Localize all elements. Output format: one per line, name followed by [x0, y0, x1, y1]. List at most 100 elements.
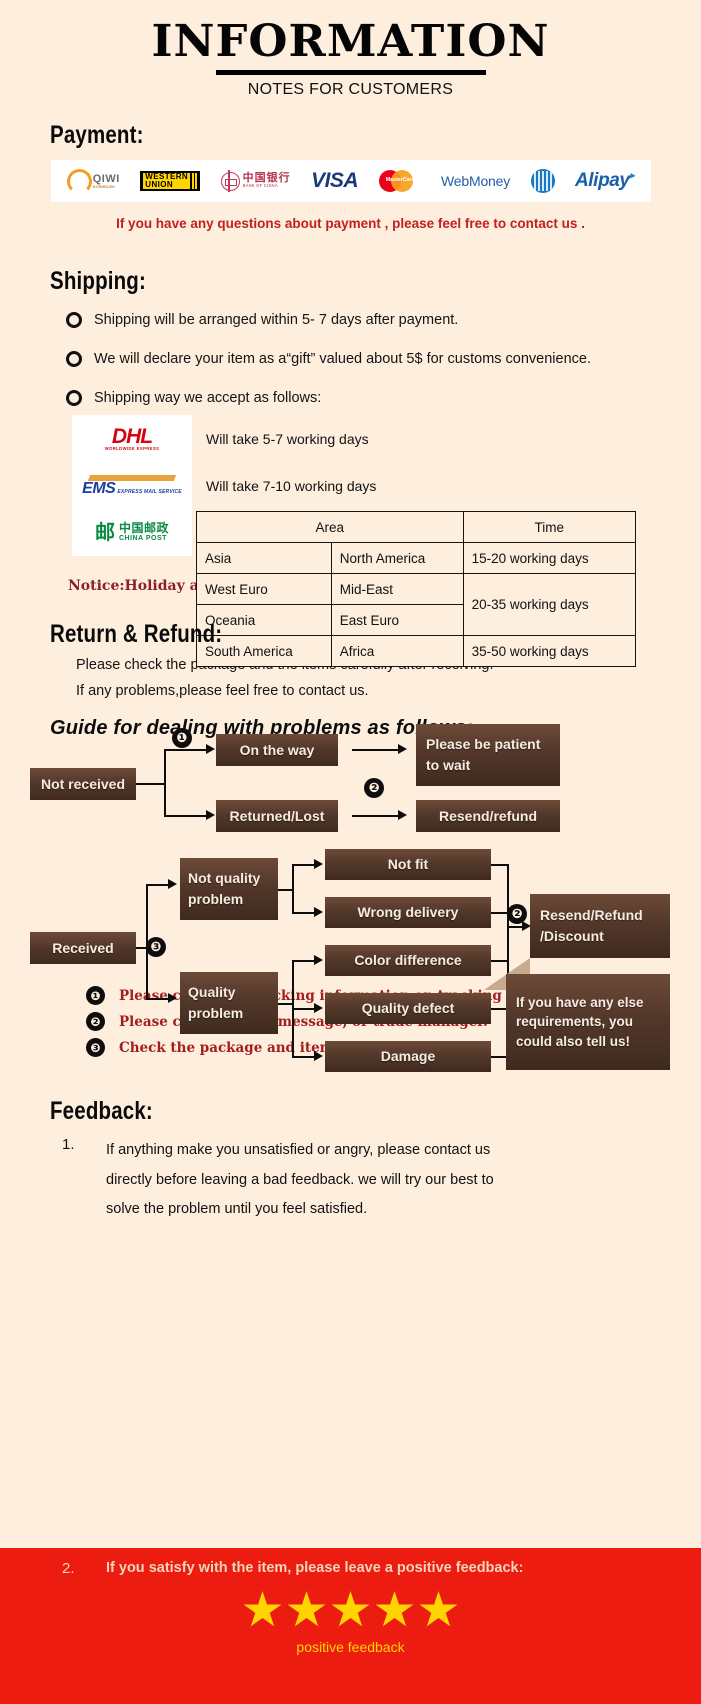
china-post-logo: 邮 中国邮政 CHINA POST [72, 509, 192, 557]
flow-node-quality-defect: Quality defect [325, 993, 491, 1025]
cell-area-a: Asia [196, 542, 332, 575]
result-line1: Resend/Refund [540, 907, 643, 924]
page-header: INFORMATION NOTES FOR CUSTOMERS [0, 0, 701, 99]
feedback-item-1-line2: directly before leaving a bad feedback. … [106, 1171, 494, 1188]
shipping-bullets: Shipping will be arranged within 5- 7 da… [0, 310, 701, 409]
flow-marker-2: ❷ [364, 778, 384, 799]
cell-area-b: North America [330, 542, 464, 575]
table-row: West Euro Mid-East 20-35 working days [196, 573, 637, 637]
webmoney-label: WebMoney [441, 173, 511, 189]
flow-arrow [398, 744, 407, 755]
mastercard-logo: MasterCard [378, 164, 421, 198]
feedback-item-2-number: 2. [62, 1560, 75, 1577]
flow-arrow [168, 879, 177, 890]
feedback-item-1-number: 1. [62, 1136, 75, 1154]
return-refund-heading: Return & Refund: [50, 620, 223, 649]
flow-line [352, 815, 400, 818]
flow-node-not-quality-problem: Not quality problem [180, 858, 278, 921]
bullet-ring-icon [66, 390, 82, 407]
be-patient-line2: to wait [426, 757, 471, 774]
callout-line2: requirements, you [516, 1014, 634, 1030]
table-header-time: Time [462, 511, 637, 544]
flow-node-not-fit: Not fit [325, 849, 491, 881]
alipay-logo: Alipay▸ [574, 170, 635, 191]
flow-arrow [314, 955, 323, 966]
legend-number-3: ❸ [86, 1038, 105, 1058]
carrier-row-ems: EMS EXPRESS MAIL SERVICE Will take 7-10 … [72, 462, 701, 510]
boc-sub: BANK OF CHINA [242, 183, 278, 189]
ems-time-text: Will take 7-10 working days [206, 477, 377, 494]
bullet-ring-icon [66, 312, 82, 328]
flow-node-wrong-delivery: Wrong delivery [325, 897, 491, 929]
flow-marker-1: ❶ [172, 728, 192, 749]
bullet-text: Shipping will be arranged within 5- 7 da… [94, 312, 459, 328]
feedback-item-1-text: If anything make you unsatisfied or angr… [106, 1136, 494, 1225]
list-item: Shipping way we accept as follows: [62, 388, 661, 409]
feedback-heading: Feedback: [50, 1097, 153, 1126]
callout-line3: could also tell us! [516, 1033, 631, 1049]
flow-line [136, 783, 166, 786]
table-header-row: Area Time [196, 511, 637, 544]
legend-number-2: ❷ [86, 1012, 105, 1032]
flow-line [352, 749, 400, 752]
china-post-label: 中国邮政 [118, 521, 169, 536]
return-refund-line-2: If any problems,please feel free to cont… [76, 683, 369, 700]
flow-line [164, 749, 208, 752]
flow-arrow [314, 1003, 323, 1014]
cell-time: 15-20 working days [462, 542, 637, 575]
carrier-row-dhl: DHL WORLDWIDE EXPRESS Will take 5-7 work… [72, 415, 701, 463]
payment-note: If you have any questions about payment … [116, 216, 585, 231]
quality-line1: Quality [188, 984, 236, 1001]
flow-line [164, 815, 208, 818]
flow-line [292, 1008, 316, 1011]
bank-of-china-logo: 中国银行 BANK OF CHINA [220, 164, 291, 198]
flow-node-quality-problem: Quality problem [180, 972, 278, 1035]
flow-line [292, 864, 316, 867]
payment-section: Payment: [0, 121, 701, 150]
visa-label: VISA [311, 169, 359, 192]
mastercard-label: MasterCard [385, 177, 415, 183]
flow-line [146, 998, 170, 1001]
ems-tagline: EXPRESS MAIL SERVICE [117, 488, 182, 495]
flow-line [292, 912, 316, 915]
ems-label: EMS [82, 479, 116, 497]
quality-line2: problem [188, 1005, 244, 1022]
flow-arrow [398, 810, 407, 821]
alipay-label: Alipay [574, 170, 630, 191]
flow-arrow [168, 993, 177, 1004]
payment-logo-strip: QIWI KOSHELEK WESTERN UNION 中国银行 BANK OF… [50, 160, 651, 202]
table-header-area: Area [196, 511, 464, 544]
flow-node-color-difference: Color difference [325, 945, 491, 977]
china-post-tagline: CHINA POST [118, 535, 167, 543]
bullet-text: Shipping way we accept as follows: [94, 390, 322, 407]
flow-node-be-patient: Please be patient to wait [416, 724, 560, 787]
star-icon [375, 1591, 414, 1627]
dhl-tagline: WORLDWIDE EXPRESS [104, 445, 160, 451]
dhl-time-text: Will take 5-7 working days [206, 430, 369, 447]
flow-node-resend-refund-discount: Resend/Refund /Discount [530, 894, 670, 959]
visa-logo: VISA [311, 164, 359, 198]
flow-arrow [206, 810, 215, 821]
flow-callout-extra-requirements: If you have any else requirements, you c… [506, 974, 670, 1071]
globe-icon [530, 164, 555, 198]
be-patient-line1: Please be patient [426, 736, 541, 753]
callout-line1: If you have any else [516, 994, 644, 1010]
ems-logo: EMS EXPRESS MAIL SERVICE [72, 462, 192, 510]
guide-heading: Guide for dealing with problems as follo… [50, 717, 474, 740]
cell-area-b: Mid-East [330, 573, 464, 606]
qiwi-sub: KOSHELEK [92, 183, 115, 189]
flow-node-on-the-way: On the way [216, 734, 338, 767]
legend-number-1: ❶ [86, 986, 105, 1006]
result-line2: /Discount [540, 928, 604, 945]
flow-node-not-received: Not received [30, 768, 136, 801]
qiwi-label: QIWI [92, 172, 120, 185]
shipping-heading: Shipping: [50, 267, 146, 295]
table-row: Asia North America 15-20 working days [196, 542, 637, 575]
flow-line [292, 960, 316, 963]
page-subtitle: NOTES FOR CUSTOMERS [247, 81, 454, 98]
flow-arrow [206, 744, 215, 755]
payment-heading: Payment: [50, 121, 144, 149]
dhl-logo: DHL WORLDWIDE EXPRESS [72, 415, 192, 463]
flow-line [164, 749, 167, 818]
feedback-list: 1. If anything make you unsatisfied or a… [0, 1136, 701, 1225]
